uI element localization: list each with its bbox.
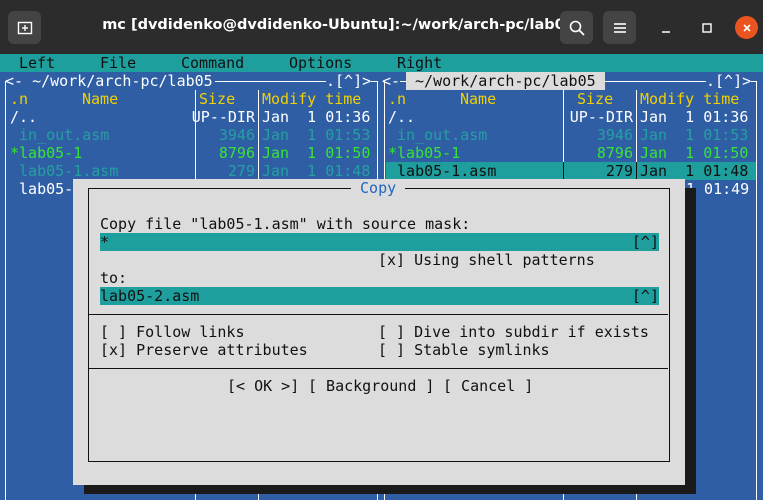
right-header-sort[interactable]: .n [388,90,406,108]
dialog-separator-1 [88,314,668,315]
dialog-separator-2 [88,368,668,369]
close-icon [742,23,751,32]
source-mask-value: * [100,233,110,251]
left-row-date: Jan 1 01:36 [262,108,371,126]
cursor-sep-2 [636,162,637,180]
left-header-size[interactable]: Size [199,90,235,108]
right-row-date: Jan 1 01:50 [640,144,749,162]
background-button[interactable]: [ Background ] [308,377,434,395]
to-label: to: [100,269,128,287]
source-mask-input[interactable]: * [^] [100,233,659,251]
right-row-name[interactable]: lab05-1.asm [388,162,496,180]
window-titlebar: mc [dvdidenko@dvdidenko-Ubuntu]:~/work/a… [0,0,763,54]
left-row-date: Jan 1 01:50 [262,144,371,162]
left-row-date: Jan 1 01:48 [262,162,371,180]
dialog-shadow-right [685,188,696,494]
right-row-name[interactable]: *lab05-1 [388,144,460,162]
preserve-attributes-checkbox[interactable]: [x] Preserve attributes [100,341,308,359]
stable-symlinks-checkbox[interactable]: [ ] Stable symlinks [378,341,550,359]
left-row-date: Jan 1 01:53 [262,126,371,144]
right-row-size: 8796 [596,144,633,162]
right-row-date: Jan 1 01:53 [640,126,749,144]
left-row-name[interactable]: /.. [10,108,37,126]
right-row-date: Jan 1 01:36 [640,108,749,126]
minimize-button[interactable] [653,15,678,40]
left-header-sort[interactable]: .n [10,90,28,108]
left-panel-corner[interactable]: .[^]> [326,72,372,90]
right-row-date: Jan 1 01:48 [640,162,749,180]
right-panel-corner[interactable]: .[^]> [706,72,752,90]
target-input[interactable]: lab05-2.asm [^] [100,287,659,305]
left-row-size: 279 [227,162,255,180]
target-value: lab05-2.asm [100,287,200,305]
shell-patterns-checkbox[interactable]: [x] Using shell patterns [378,251,595,269]
right-header-modify[interactable]: Modify time [640,90,739,108]
left-row-size: 8796 [218,144,255,162]
left-row-name[interactable]: lab05-1.asm [10,162,118,180]
right-header-size[interactable]: Size [577,90,613,108]
search-button[interactable] [560,11,593,44]
left-row-name[interactable]: *lab05-1 [10,144,82,162]
right-header-name[interactable]: Name [460,90,496,108]
right-row-name[interactable]: in_out.asm [388,126,487,144]
dialog-title: Copy [351,179,406,197]
maximize-icon [701,22,712,33]
right-panel-right-border [756,81,757,500]
maximize-button[interactable] [694,15,719,40]
left-header-name[interactable]: Name [82,90,118,108]
left-row-size: UP--DIR [191,108,255,126]
menu-file[interactable]: File [100,54,136,72]
hamburger-menu-button[interactable] [603,11,636,44]
hamburger-icon [613,22,626,33]
mc-menubar: Left File Command Options Right [0,54,763,72]
ok-button[interactable]: [< OK >] [227,377,299,395]
left-header-modify[interactable]: Modify time [262,90,361,108]
dive-into-subdir-checkbox[interactable]: [ ] Dive into subdir if exists [378,323,649,341]
right-row-size: UP--DIR [569,108,633,126]
source-history-button[interactable]: [^] [632,233,659,251]
menu-options[interactable]: Options [289,54,352,72]
left-row-name[interactable]: lab05-1 [10,180,82,198]
dialog-shadow-bottom [84,485,696,494]
right-row-name[interactable]: /.. [388,108,415,126]
menu-left[interactable]: Left [19,54,55,72]
source-mask-label: Copy file "lab05-1.asm" with source mask… [100,215,471,233]
copy-dialog: Copy Copy file "lab05-1.asm" with source… [73,179,685,485]
right-row-size: 3946 [596,126,633,144]
cursor-sep-1 [563,162,564,180]
left-panel-path[interactable]: <- ~/work/arch-pc/lab05 [3,72,215,90]
minimize-icon [661,30,670,33]
target-history-button[interactable]: [^] [632,287,659,305]
left-row-size: 3946 [218,126,255,144]
menu-command[interactable]: Command [181,54,244,72]
cancel-button[interactable]: [ Cancel ] [443,377,533,395]
menu-right[interactable]: Right [397,54,442,72]
terminal-area: Left File Command Options Right <- ~/wor… [0,54,763,500]
follow-links-checkbox[interactable]: [ ] Follow links [100,323,245,341]
left-row-name[interactable]: in_out.asm [10,126,109,144]
left-panel-left-border [5,81,6,500]
search-icon [569,20,585,36]
window-title: mc [dvdidenko@dvdidenko-Ubuntu]:~/work/a… [102,17,575,33]
close-button[interactable] [735,16,758,39]
right-row-size: 279 [605,162,633,180]
right-panel-path[interactable]: ~/work/arch-pc/lab05 [406,72,605,90]
